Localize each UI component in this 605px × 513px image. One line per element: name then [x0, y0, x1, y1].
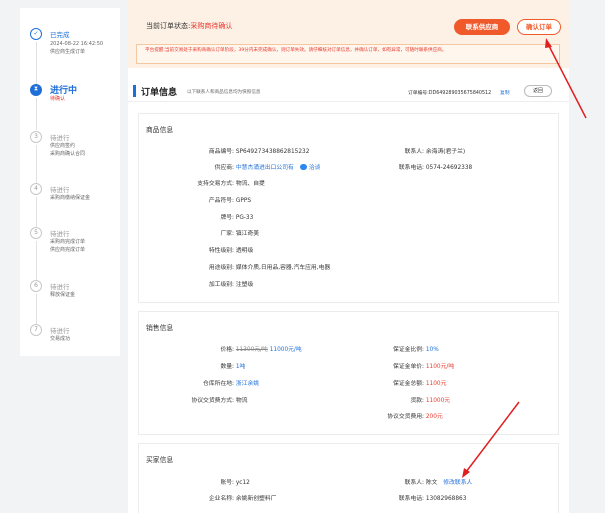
arrow-to-modify-contact-icon	[462, 401, 520, 478]
annotation-arrows	[462, 38, 587, 478]
arrow-to-confirm-icon	[545, 38, 587, 119]
